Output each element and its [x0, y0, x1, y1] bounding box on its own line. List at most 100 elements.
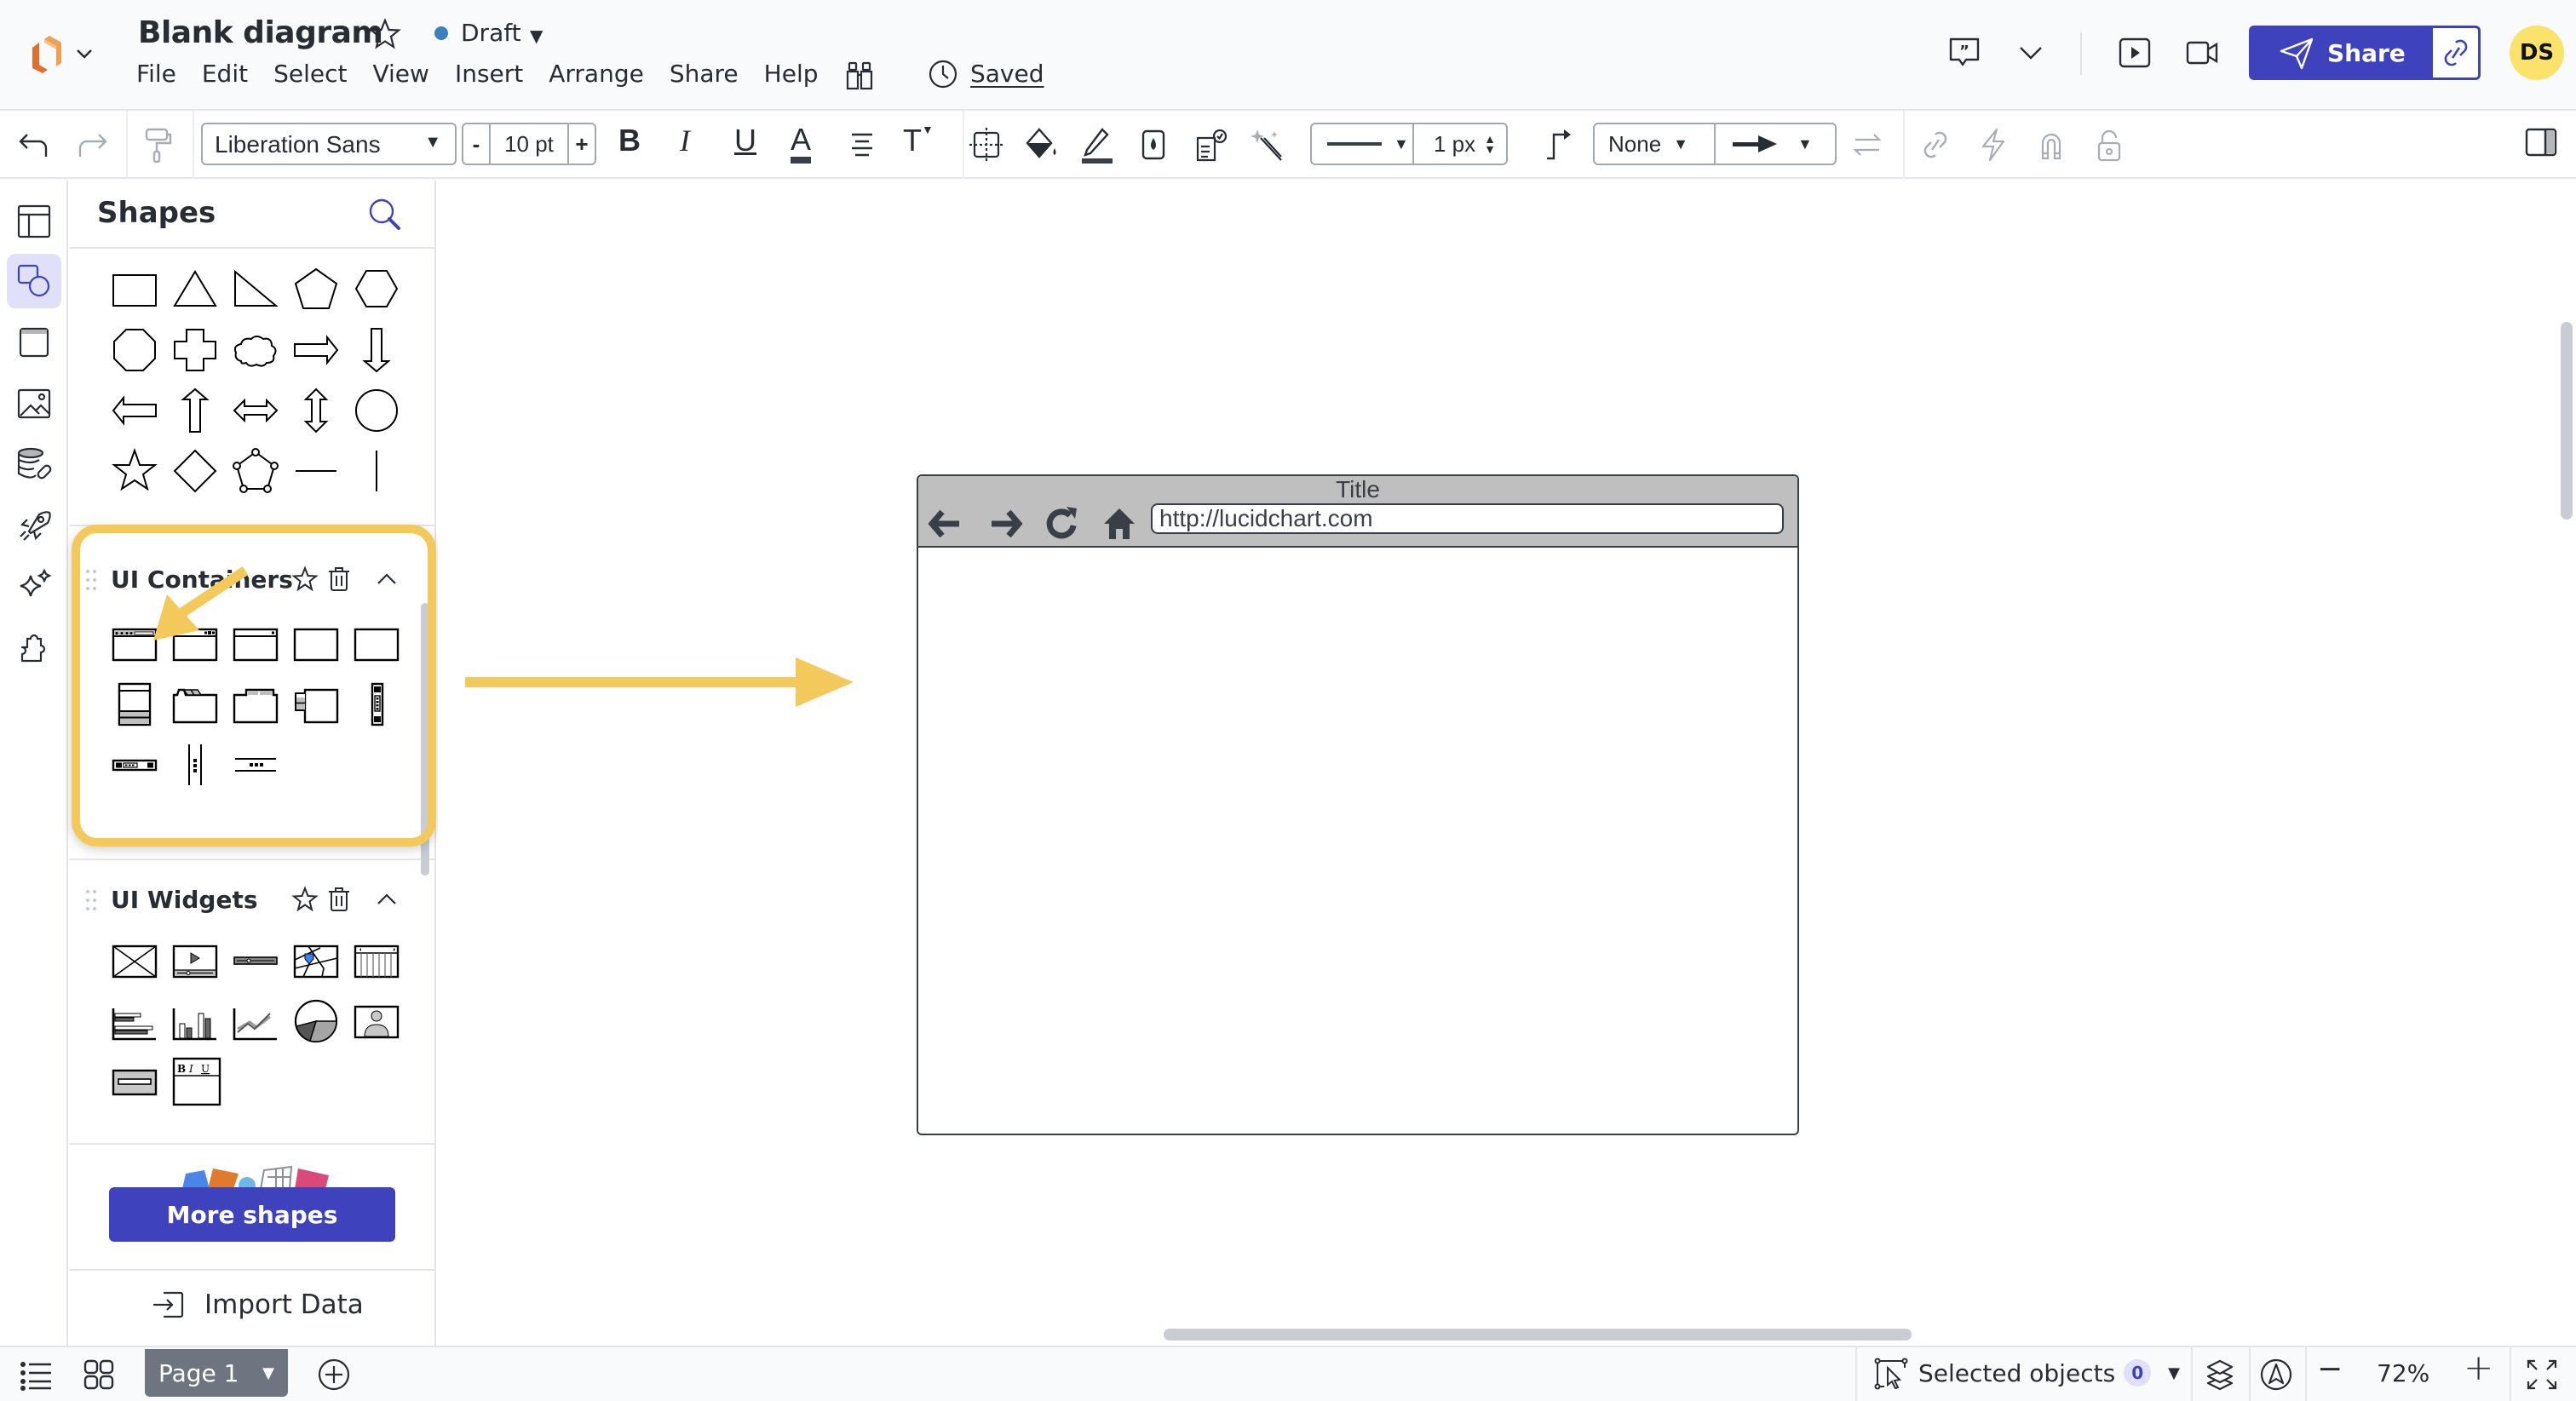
shape-horizontal-splitter[interactable]	[225, 734, 285, 795]
text-align-icon[interactable]	[843, 126, 881, 164]
rail-shapes[interactable]	[7, 254, 61, 308]
lock-icon[interactable]	[2090, 126, 2128, 164]
save-status[interactable]: Saved	[970, 60, 1044, 88]
shape-triangle[interactable]	[164, 259, 225, 319]
selected-objects-dropdown[interactable]: Selected objects 0 ▼	[1874, 1356, 2180, 1390]
shape-pie-chart[interactable]	[285, 990, 346, 1051]
menu-select[interactable]: Select	[273, 60, 347, 88]
shape-accordion[interactable]	[104, 674, 164, 734]
shape-cloud[interactable]	[225, 319, 285, 380]
line-color-icon[interactable]	[1078, 126, 1116, 164]
shape-circle[interactable]	[346, 380, 406, 440]
action-icon[interactable]	[1975, 126, 2012, 164]
shape-vertical-line[interactable]	[346, 440, 406, 501]
canvas-vertical-scrollbar[interactable]	[2561, 322, 2573, 520]
video-icon[interactable]	[2184, 34, 2222, 72]
shapes-panel-scrollbar[interactable]	[421, 603, 429, 876]
rail-ai[interactable]	[7, 559, 61, 613]
italic-button[interactable]: I	[680, 123, 690, 158]
add-page-icon[interactable]	[317, 1358, 351, 1392]
navigate-icon[interactable]	[2259, 1358, 2293, 1392]
drag-handle-icon[interactable]	[85, 569, 97, 591]
zoom-in-button[interactable]: +	[2464, 1350, 2498, 1386]
shape-line-chart[interactable]	[225, 990, 285, 1051]
shape-right-triangle[interactable]	[225, 259, 285, 319]
browser-shape-url[interactable]: http://lucidchart.com	[1151, 503, 1784, 534]
container-icon[interactable]	[968, 126, 1005, 164]
library-header-ui-widgets[interactable]: UI Widgets	[70, 879, 434, 922]
shape-vertical-scrollbar[interactable]	[346, 674, 406, 734]
shape-calendar[interactable]	[346, 930, 406, 990]
text-color-button[interactable]: A	[791, 123, 812, 164]
menu-file[interactable]: File	[136, 60, 176, 88]
canvas-horizontal-scrollbar[interactable]	[1164, 1329, 1912, 1341]
shape-hexagon[interactable]	[346, 259, 406, 319]
shape-text-field-box[interactable]	[104, 1051, 164, 1111]
trash-icon[interactable]	[325, 566, 353, 593]
shape-app-window[interactable]	[164, 613, 225, 674]
shape-arrow-left-right[interactable]	[225, 380, 285, 440]
font-size-increment[interactable]: +	[569, 124, 595, 164]
browser-shape-title[interactable]: Title	[918, 476, 1797, 503]
caret-down-icon[interactable]: ▼	[262, 1364, 274, 1382]
shape-arrow-up[interactable]	[164, 380, 225, 440]
shape-image-placeholder[interactable]	[104, 930, 164, 990]
share-button[interactable]: Share	[2249, 26, 2433, 80]
magnet-icon[interactable]	[2033, 126, 2070, 164]
shape-rectangle[interactable]	[104, 259, 164, 319]
chevron-down-icon[interactable]	[2012, 34, 2050, 72]
status-label[interactable]: Draft	[461, 19, 521, 47]
rail-templates[interactable]	[7, 194, 61, 249]
copy-link-button[interactable]	[2433, 26, 2481, 80]
shape-arrow-up-down[interactable]	[285, 380, 346, 440]
fill-color-icon[interactable]	[1022, 126, 1060, 164]
shape-polygon[interactable]	[225, 440, 285, 501]
shape-bar-chart[interactable]	[164, 990, 225, 1051]
rail-rocket[interactable]	[7, 499, 61, 554]
shape-octagon[interactable]	[104, 319, 164, 380]
shape-dialog-window[interactable]	[225, 613, 285, 674]
drag-handle-icon[interactable]	[85, 889, 97, 911]
import-data-button[interactable]: Import Data	[152, 1289, 364, 1320]
swap-icon[interactable]	[1849, 126, 1886, 164]
shape-arrow-left[interactable]	[104, 380, 164, 440]
present-icon[interactable]	[2116, 34, 2153, 72]
menu-view[interactable]: View	[372, 60, 428, 88]
shape-horizontal-scrollbar[interactable]	[104, 734, 164, 795]
font-size-decrement[interactable]: -	[463, 124, 489, 164]
page-grid-icon[interactable]	[82, 1358, 116, 1392]
logo-icon[interactable]	[26, 34, 68, 77]
text-options-button[interactable]: T▼	[903, 123, 934, 158]
chevron-up-icon[interactable]	[373, 566, 400, 593]
shape-panel-plain[interactable]	[346, 613, 406, 674]
library-header-ui-containers[interactable]: UI Containers	[70, 559, 434, 601]
menu-edit[interactable]: Edit	[202, 60, 248, 88]
shape-slider[interactable]	[225, 930, 285, 990]
font-family-select[interactable]: Liberation Sans ▼	[201, 123, 457, 165]
shape-arrow-right[interactable]	[285, 319, 346, 380]
page-tab-1[interactable]: Page 1 ▼	[145, 1349, 288, 1397]
shape-panel[interactable]	[285, 613, 346, 674]
menu-help[interactable]: Help	[764, 60, 819, 88]
star-icon[interactable]	[291, 886, 319, 913]
format-painter-icon[interactable]	[140, 126, 177, 164]
page-list-icon[interactable]	[19, 1358, 53, 1392]
zoom-out-button[interactable]: −	[2317, 1352, 2351, 1387]
shape-arrow-down[interactable]	[346, 319, 406, 380]
more-shapes-button[interactable]: More shapes	[109, 1187, 395, 1242]
shape-map[interactable]	[285, 930, 346, 990]
link-icon[interactable]	[1917, 126, 1954, 164]
chevron-up-icon[interactable]	[373, 886, 400, 913]
shape-bar-chart-horizontal[interactable]	[104, 990, 164, 1051]
star-icon[interactable]	[291, 566, 319, 593]
arrow-end-select[interactable]: ▼	[1716, 124, 1835, 164]
undo-icon[interactable]	[15, 126, 53, 164]
layers-icon[interactable]	[2203, 1358, 2237, 1392]
status-dropdown-caret[interactable]: ▼	[530, 26, 543, 46]
search-icon[interactable]	[366, 196, 404, 233]
conditional-format-icon[interactable]	[1193, 126, 1230, 164]
line-style-select[interactable]: ▼	[1312, 124, 1414, 164]
shape-user-image[interactable]	[346, 990, 406, 1051]
browser-window-shape[interactable]: Title http://lucidchart.com	[917, 474, 1799, 1135]
shape-video-player[interactable]	[164, 930, 225, 990]
